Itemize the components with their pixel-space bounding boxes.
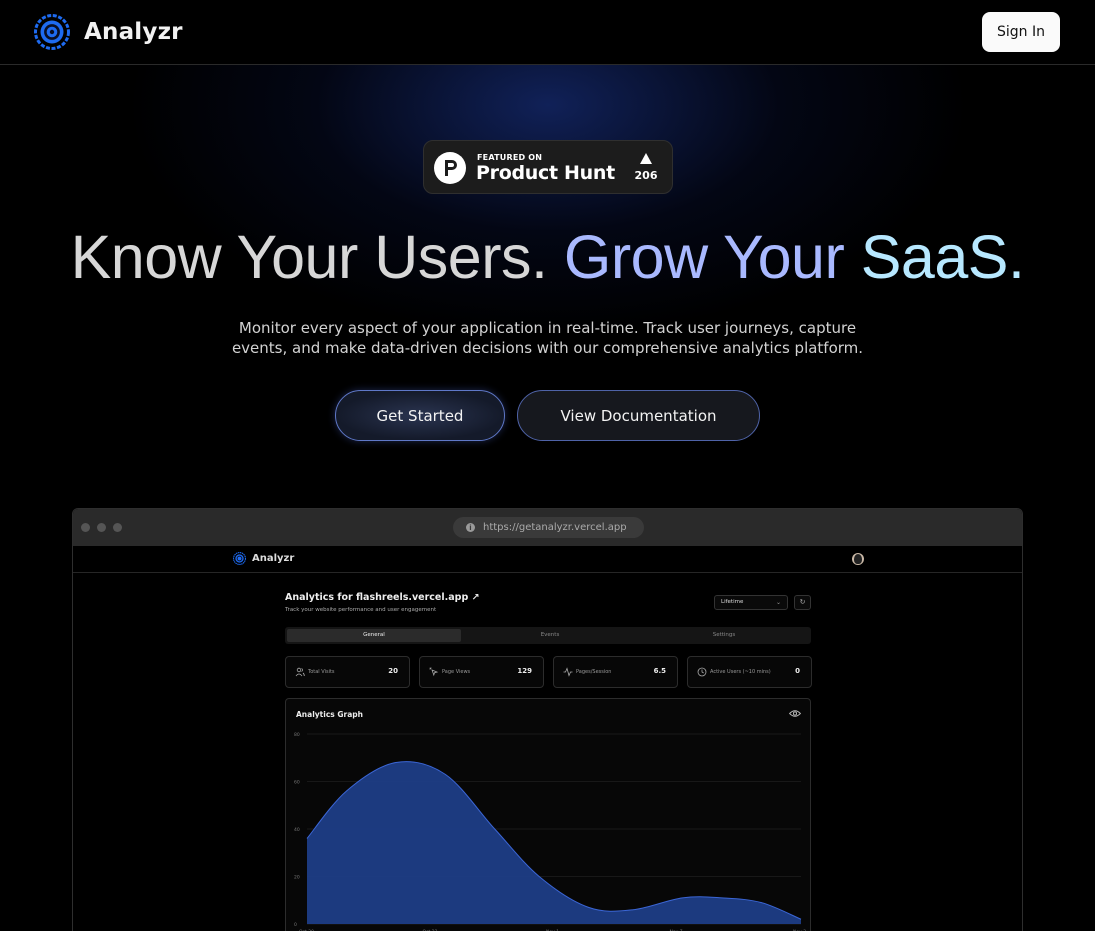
metric-value: 129 — [517, 667, 532, 675]
get-started-button[interactable]: Get Started — [335, 390, 505, 441]
analytics-graph-card: Analytics Graph 806040200Oct 20Oct 23Nov… — [285, 698, 811, 931]
view-documentation-button[interactable]: View Documentation — [517, 390, 760, 441]
badge-featured-label: FEATURED ON — [477, 153, 543, 162]
activity-icon — [563, 667, 573, 677]
headline-part-2: Grow Your — [563, 223, 845, 291]
window-dot-close — [81, 523, 90, 532]
brand[interactable]: Analyzr — [34, 14, 183, 50]
app-brand: Analyzr — [233, 552, 294, 565]
app-brand-name: Analyzr — [252, 553, 295, 564]
metric-value: 20 — [388, 667, 398, 675]
y-tick-label: 60 — [294, 780, 300, 786]
info-icon: i — [466, 523, 475, 532]
analytics-area-chart: 806040200Oct 20Oct 23Nov 1Nov 7Nov 3 — [294, 732, 806, 931]
metric-label: Active Users (~10 mins) — [710, 669, 771, 675]
tab-events: Events — [540, 632, 560, 638]
clock-icon — [697, 667, 707, 677]
dashboard-tabs: General Events Settings — [285, 627, 811, 644]
metric-value: 6.5 — [653, 667, 666, 675]
user-avatar — [852, 553, 864, 565]
metric-value: 0 — [795, 667, 800, 675]
window-dot-minimize — [97, 523, 106, 532]
metric-card-page-views: Page Views 129 — [419, 656, 544, 688]
address-bar: i https://getanalyzr.vercel.app — [453, 517, 644, 538]
headline-part-3: SaaS. — [860, 223, 1025, 291]
app-navbar: Analyzr — [73, 546, 1022, 573]
metric-card-pages-per-session: Pages/Session 6.5 — [553, 656, 678, 688]
pointer-icon — [429, 667, 439, 677]
hero-headline: Know Your Users. Grow Your SaaS. — [0, 222, 1095, 292]
dashboard-subtitle: Track your website performance and user … — [285, 607, 437, 613]
brand-name: Analyzr — [84, 19, 183, 45]
product-hunt-logo-icon — [434, 152, 466, 184]
product-hunt-badge[interactable]: FEATURED ON Product Hunt 206 — [423, 140, 673, 194]
window-dot-maximize — [113, 523, 122, 532]
browser-mockup: i https://getanalyzr.vercel.app Analyzr … — [72, 508, 1023, 931]
analyzr-logo-icon — [34, 14, 70, 50]
y-tick-label: 0 — [294, 922, 297, 928]
metric-label: Total Visits — [308, 669, 335, 675]
dashboard-title: Analytics for flashreels.vercel.app ↗ — [285, 592, 480, 603]
metric-card-total-visits: Total Visits 20 — [285, 656, 410, 688]
badge-vote-count: 206 — [634, 169, 658, 182]
chevron-down-icon: ⌄ — [775, 599, 781, 606]
site-header: Analyzr Sign In — [0, 0, 1095, 65]
y-tick-label: 20 — [294, 875, 300, 881]
metric-label: Page Views — [442, 669, 471, 675]
browser-titlebar: i https://getanalyzr.vercel.app — [73, 509, 1022, 546]
sign-in-button[interactable]: Sign In — [982, 12, 1060, 52]
y-tick-label: 80 — [294, 732, 300, 738]
y-tick-label: 40 — [294, 827, 300, 833]
area-fill — [307, 761, 801, 924]
badge-name: Product Hunt — [476, 162, 615, 184]
app-logo-icon — [233, 552, 246, 565]
address-bar-url: https://getanalyzr.vercel.app — [483, 522, 627, 533]
upvote-arrow-icon — [640, 153, 652, 164]
headline-part-1: Know Your Users. — [70, 223, 548, 291]
users-icon — [295, 667, 305, 677]
metric-card-active-users: Active Users (~10 mins) 0 — [687, 656, 812, 688]
range-select-value: Lifetime — [721, 599, 744, 605]
tab-settings: Settings — [712, 632, 736, 638]
refresh-icon: ↻ — [794, 595, 811, 610]
range-select: Lifetime ⌄ — [714, 595, 788, 610]
hero-subtitle: Monitor every aspect of your application… — [231, 319, 864, 357]
tab-general: General — [287, 629, 461, 642]
metric-label: Pages/Session — [576, 669, 612, 675]
